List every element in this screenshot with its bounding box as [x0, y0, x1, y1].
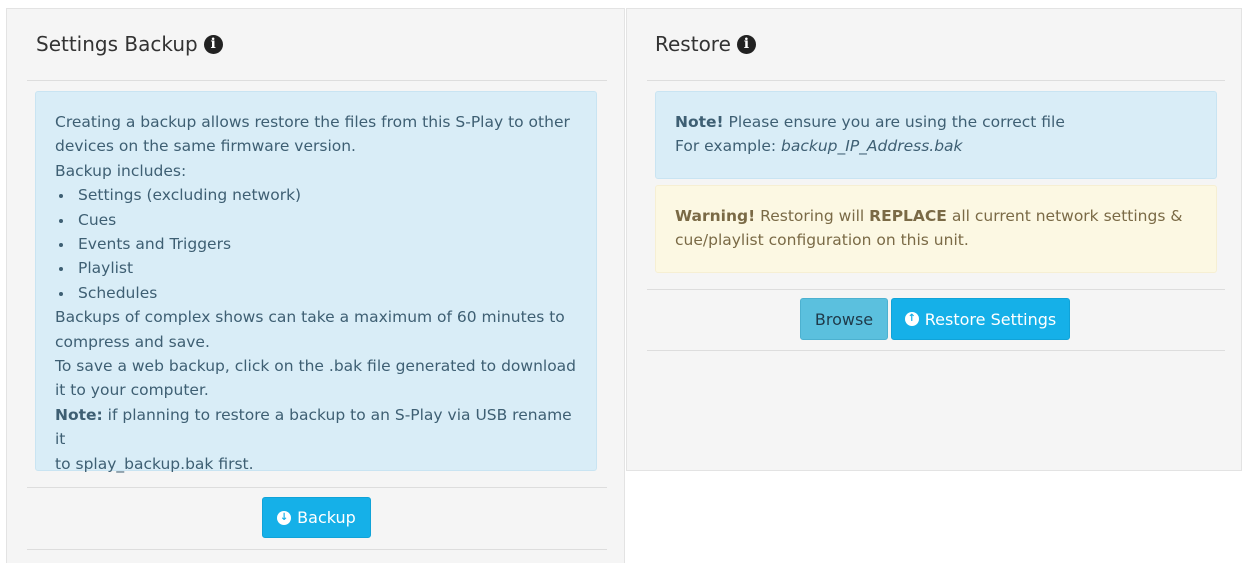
- example-filename: backup_IP_Address.bak: [781, 137, 963, 156]
- web-line-2: it to your computer.: [55, 381, 209, 400]
- backup-button-label: Backup: [297, 508, 356, 527]
- upload-circle-icon: ↑: [904, 312, 919, 326]
- backup-panel-title: Settings Backup i: [36, 32, 223, 56]
- warning-label: Warning!: [675, 207, 756, 225]
- restore-title-text: Restore: [655, 32, 731, 56]
- note-line-2: to splay_backup.bak first.: [55, 454, 254, 473]
- list-item: Playlist: [55, 256, 577, 280]
- backup-button[interactable]: ↓ Backup: [262, 497, 371, 538]
- note-label: Note!: [675, 113, 724, 131]
- info-icon[interactable]: i: [203, 34, 223, 54]
- web-line-1: To save a web backup, click on the .bak …: [55, 357, 577, 376]
- restore-settings-button[interactable]: ↑ Restore Settings: [891, 298, 1070, 340]
- restore-note-line: Note! Please ensure you are using the co…: [675, 110, 1197, 134]
- backup-info-alert: Creating a backup allows restore the fil…: [35, 91, 597, 473]
- intro-line-2: devices on the same firmware version.: [55, 137, 356, 156]
- restore-warning-alert: Warning! Restoring will REPLACE all curr…: [655, 185, 1217, 273]
- divider: [27, 487, 607, 488]
- backup-includes-list: Settings (excluding network) Cues Events…: [55, 183, 577, 305]
- compress-line-2: compress and save.: [55, 332, 210, 351]
- warning-emphasis: REPLACE: [869, 207, 947, 225]
- usb-note: Note: if planning to restore a backup to…: [55, 403, 577, 452]
- example-line: For example: backup_IP_Address.bak: [675, 134, 1197, 158]
- divider: [27, 80, 607, 81]
- list-item: Cues: [55, 208, 577, 232]
- restore-panel-title: Restore i: [655, 32, 756, 56]
- backup-title-text: Settings Backup: [36, 32, 198, 56]
- browse-button-label: Browse: [814, 309, 874, 329]
- restore-panel: Restore i Note! Please ensure you are us…: [626, 8, 1242, 471]
- includes-label: Backup includes:: [55, 161, 187, 180]
- example-label: For example:: [675, 137, 782, 156]
- restore-settings-label: Restore Settings: [924, 309, 1057, 329]
- compress-line-1: Backups of complex shows can take a maxi…: [55, 308, 565, 327]
- list-item: Schedules: [55, 281, 577, 305]
- list-item: Events and Triggers: [55, 232, 577, 256]
- download-circle-icon: ↓: [277, 510, 292, 525]
- info-icon[interactable]: i: [736, 34, 756, 54]
- warning-text-2: all current network settings &: [946, 207, 1183, 225]
- browse-button[interactable]: Browse: [800, 298, 888, 340]
- settings-backup-panel: Settings Backup i Creating a backup allo…: [6, 8, 625, 563]
- divider: [27, 549, 607, 550]
- warning-line-2: cue/playlist configuration on this unit.: [675, 231, 969, 250]
- divider: [647, 80, 1225, 81]
- warning-line-1: Warning! Restoring will REPLACE all curr…: [675, 204, 1197, 228]
- note-line-1: if planning to restore a backup to an S-…: [55, 405, 572, 449]
- divider: [647, 289, 1225, 290]
- intro-line-1: Creating a backup allows restore the fil…: [55, 113, 570, 131]
- list-item: Settings (excluding network): [55, 183, 577, 207]
- warning-text-1: Restoring will: [755, 207, 870, 225]
- restore-note-alert: Note! Please ensure you are using the co…: [655, 91, 1217, 179]
- note-label: Note:: [55, 405, 103, 424]
- divider: [647, 350, 1225, 351]
- note-text: Please ensure you are using the correct …: [723, 113, 1065, 131]
